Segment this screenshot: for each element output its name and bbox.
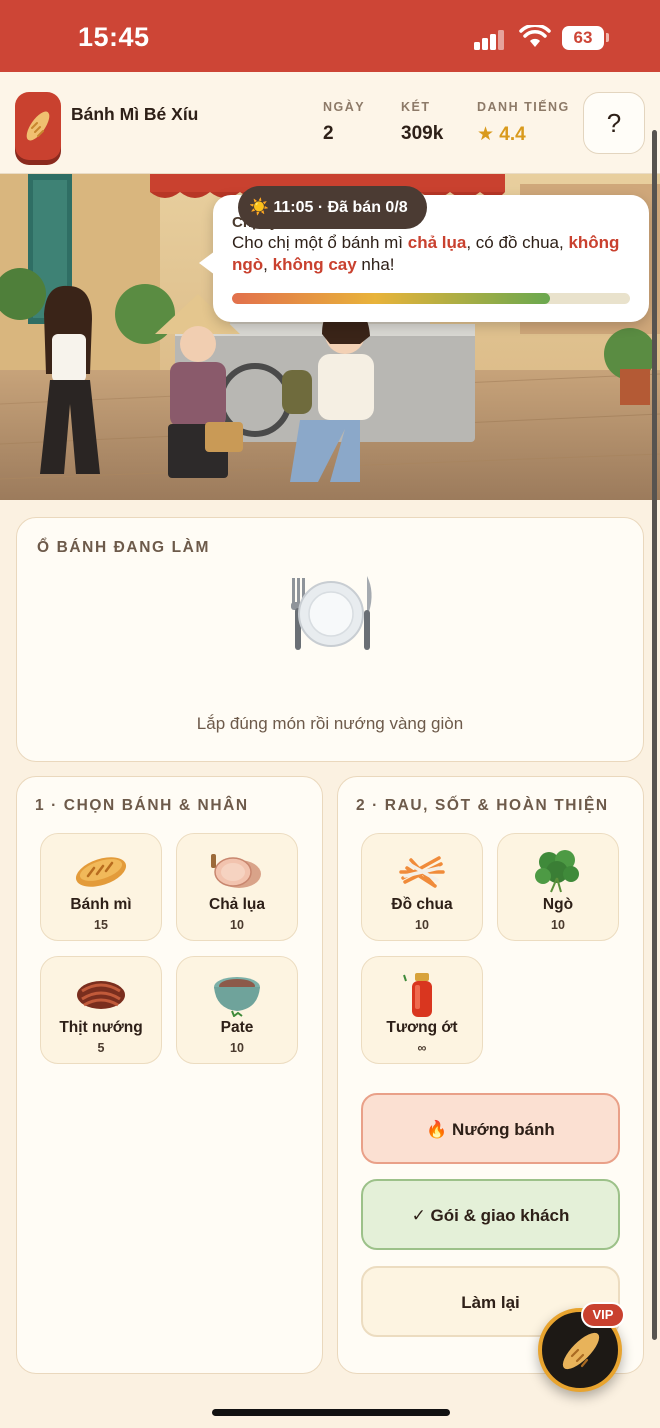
current-sandwich-panel: Ổ BÁNH ĐANG LÀM Lắp đúng món rồi nướng v…: [16, 517, 644, 762]
empty-plate-icon: [291, 576, 372, 650]
ingredient-name: Pate: [220, 1019, 254, 1036]
order-text-part: nha!: [356, 255, 395, 274]
cha-lua-icon: [211, 854, 261, 888]
baguette-icon: [562, 1332, 600, 1370]
cellular-signal-icon: [474, 30, 504, 50]
cilantro-icon: [535, 850, 579, 893]
status-bar: 15:45 63: [0, 0, 660, 72]
time-sold-pill: ☀️ 11:05 · Đã bán 0/8: [238, 186, 427, 229]
stat-cash: KÉT 309k: [401, 100, 443, 145]
ingredient-count: 5: [97, 1041, 105, 1055]
order-item-no-chili: không cay: [272, 255, 357, 274]
ingredient-name: Tương ớt: [386, 1019, 458, 1036]
baguette-icon: [75, 857, 127, 887]
current-sandwich-hint: Lắp đúng món rồi nướng vàng giòn: [196, 714, 464, 733]
ingredient-name: Thịt nướng: [59, 1019, 143, 1036]
ingredient-count: 15: [94, 918, 108, 932]
vip-badge: VIP: [581, 1302, 625, 1328]
home-indicator[interactable]: [212, 1409, 450, 1416]
ingredient-do-chua[interactable]: Đồ chua 10: [361, 833, 483, 941]
bread-logo-icon: [15, 92, 61, 160]
ingredient-name: Đồ chua: [391, 896, 453, 913]
stat-reputation: DANH TIẾNG ★ 4.4: [477, 100, 570, 146]
grilled-pork-icon: [77, 981, 125, 1009]
scrollbar[interactable]: [652, 130, 657, 1340]
ingredient-cha-lua[interactable]: Chả lụa 10: [176, 833, 298, 941]
customer-order-text: Cho chị một ổ bánh mì chả lụa, có đồ chu…: [232, 232, 632, 276]
stat-day-value: 2: [323, 123, 334, 144]
chili-sauce-icon: [403, 973, 432, 1017]
pack-deliver-button[interactable]: ✓ Gói & giao khách: [361, 1179, 620, 1250]
ingredient-count: 10: [230, 1041, 244, 1055]
wifi-icon: [519, 25, 551, 47]
status-time: 15:45: [78, 22, 150, 52]
stat-cash-value: 309k: [401, 123, 444, 144]
app-title: Bánh Mì Bé Xíu: [71, 104, 199, 124]
app-header: Bánh Mì Bé Xíu NGÀY 2 KÉT 309k DANH TIẾN…: [0, 72, 660, 174]
veg-sauce-title: 2 · RAU, SỐT & HOÀN THIỆN: [356, 797, 609, 814]
ingredient-pate[interactable]: Pate 10: [176, 956, 298, 1064]
stat-day: NGÀY 2: [323, 100, 365, 145]
stat-reputation-value: ★ 4.4: [477, 124, 526, 145]
current-sandwich-title: Ổ BÁNH ĐANG LÀM: [37, 539, 210, 556]
ingredient-count: 10: [415, 918, 429, 932]
pate-bowl-icon: [214, 977, 260, 1017]
ingredient-name: Ngò: [542, 896, 574, 913]
ingredient-thit-nuong[interactable]: Thịt nướng 5: [40, 956, 162, 1064]
battery-tip: [606, 33, 609, 42]
battery-icon: 63: [562, 26, 604, 50]
ingredient-name: Chả lụa: [209, 896, 265, 913]
order-text-part: ,: [263, 255, 273, 274]
help-button[interactable]: ?: [583, 92, 645, 154]
order-text-part: Cho chị một ổ bánh mì: [232, 233, 408, 252]
ingredient-count: ∞: [417, 1041, 427, 1055]
stat-reputation-label: DANH TIẾNG: [477, 100, 570, 114]
order-text-part: , có đồ chua,: [466, 233, 569, 252]
patience-bar-fill: [232, 293, 551, 304]
ingredient-count: 10: [230, 918, 244, 932]
ingredient-tuong-ot[interactable]: Tương ớt ∞: [361, 956, 483, 1064]
bread-filling-title: 1 · CHỌN BÁNH & NHÂN: [35, 797, 249, 814]
bake-button[interactable]: 🔥 Nướng bánh: [361, 1093, 620, 1164]
ingredient-name: Bánh mì: [70, 896, 132, 913]
ingredient-banh-mi[interactable]: Bánh mì 15: [40, 833, 162, 941]
patience-bar: [232, 293, 630, 304]
ingredient-count: 10: [551, 918, 565, 932]
pickles-icon: [399, 856, 445, 888]
ingredient-ngo[interactable]: Ngò 10: [497, 833, 619, 941]
stat-day-label: NGÀY: [323, 100, 366, 114]
stat-cash-label: KÉT: [401, 100, 431, 114]
order-item-cha-lua: chả lụa: [407, 233, 467, 252]
